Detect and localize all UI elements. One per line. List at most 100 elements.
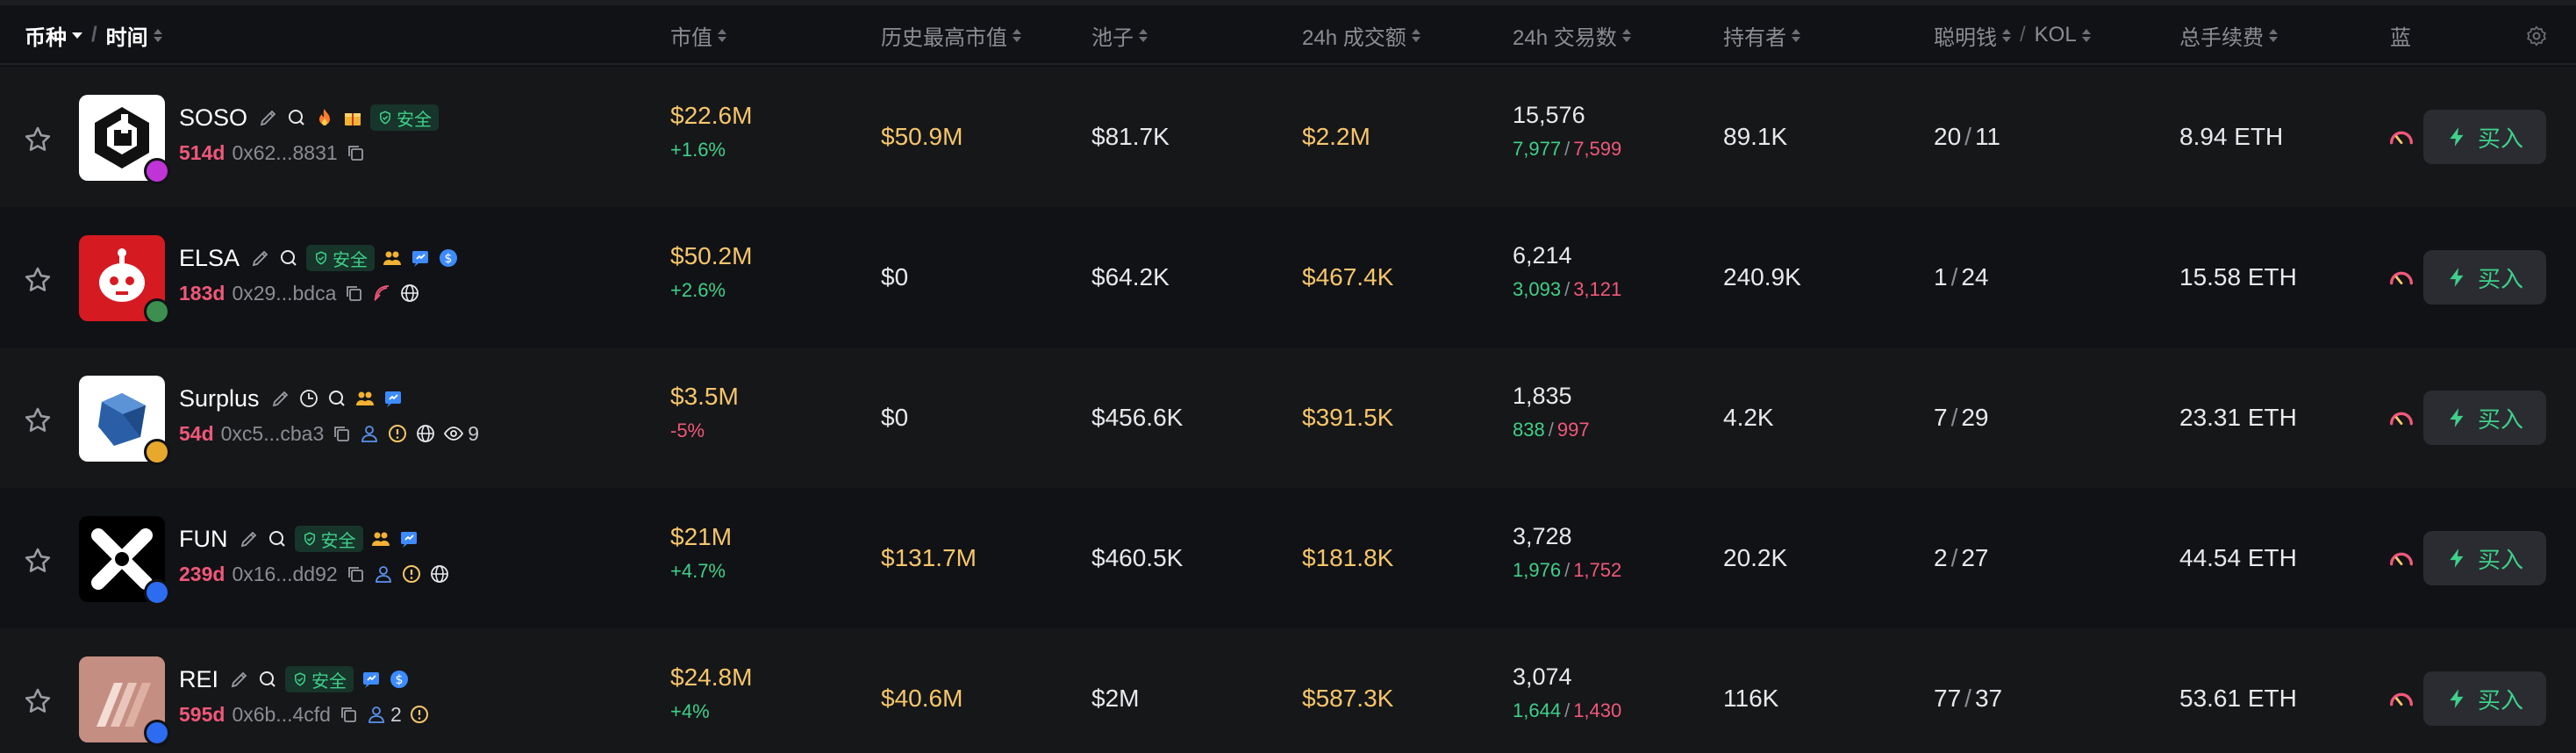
header-pool[interactable]: 池子 — [1091, 5, 1148, 65]
token-address[interactable]: 0x16...dd92 — [232, 563, 337, 586]
gift-icon — [345, 113, 361, 126]
copy-icon[interactable] — [331, 423, 352, 444]
token-address[interactable]: 0x6b...4cfd — [232, 703, 331, 727]
star-icon[interactable] — [23, 125, 53, 154]
buy-button[interactable]: 买入 — [2423, 110, 2546, 164]
copy-icon[interactable] — [345, 142, 366, 163]
kol-count: 29 — [1961, 404, 1989, 431]
token-symbol[interactable]: SOSO — [179, 104, 247, 132]
token-address[interactable]: 0xc5...cba3 — [221, 422, 325, 446]
edit-icon[interactable] — [270, 388, 291, 409]
header-volume[interactable]: 24h 成交额 — [1302, 5, 1420, 65]
token-symbol[interactable]: FUN — [179, 526, 228, 553]
search-icon[interactable] — [326, 388, 347, 409]
market-cap: $24.8M +4% — [670, 663, 752, 723]
header-bluechip[interactable]: 蓝 — [2390, 5, 2420, 65]
safe-label: 安全 — [320, 531, 356, 551]
caret-down-icon — [72, 32, 82, 39]
search-icon[interactable] — [286, 107, 307, 128]
header-time-label[interactable]: 时间 — [106, 20, 148, 51]
gauge-icon — [2389, 412, 2414, 426]
edit-icon[interactable] — [239, 528, 260, 549]
user-icon[interactable] — [373, 563, 394, 584]
smart-money-count: 7 — [1934, 404, 1948, 431]
feather-icon[interactable] — [371, 283, 392, 304]
search-icon[interactable] — [278, 247, 299, 269]
volume-value: $467.4K — [1302, 263, 1394, 290]
fees-value: 44.54 ETH — [2179, 544, 2297, 571]
buy-label: 买入 — [2477, 405, 2523, 433]
volume-value: $391.5K — [1302, 404, 1394, 431]
token-age: 595d — [179, 702, 225, 726]
holders-value: 89.1K — [1723, 123, 1788, 150]
token-address[interactable]: 0x62...8831 — [232, 141, 337, 165]
gear-icon[interactable] — [2525, 25, 2548, 47]
copy-icon[interactable] — [345, 563, 366, 584]
txs-total: 15,576 — [1513, 102, 1585, 128]
ath-value: $131.7M — [881, 544, 977, 571]
sort-icon — [1013, 28, 1021, 42]
sort-icon — [1411, 28, 1420, 42]
table-row[interactable]: FUN 安全 239d 0x16...dd92 $21M +4.7% $131.… — [0, 488, 2576, 628]
user-icon[interactable] — [366, 704, 387, 725]
header-token[interactable]: 币种 / 时间 — [25, 5, 162, 65]
market-cap-change: +2.6% — [670, 279, 726, 301]
holders-value: 20.2K — [1723, 544, 1788, 571]
star-icon[interactable] — [23, 546, 53, 576]
warning-icon[interactable] — [401, 563, 422, 584]
market-cap: $21M +4.7% — [670, 523, 732, 583]
header-fees[interactable]: 总手续费 — [2179, 5, 2278, 65]
copy-icon[interactable] — [343, 283, 364, 304]
header-market-cap[interactable]: 市值 — [670, 5, 726, 65]
gauge-icon — [2389, 271, 2414, 285]
txs-sells: 3,121 — [1573, 278, 1622, 300]
warning-icon[interactable] — [387, 423, 408, 444]
globe-icon[interactable] — [429, 563, 450, 584]
edit-icon[interactable] — [250, 247, 271, 269]
star-icon[interactable] — [23, 405, 53, 435]
header-smart-money[interactable]: 聪明钱 / KOL — [1934, 5, 2091, 65]
buy-label: 买入 — [2477, 546, 2523, 573]
buy-label: 买入 — [2477, 686, 2523, 714]
chain-badge — [144, 439, 170, 465]
table-row[interactable]: Surplus 54d 0xc5...cba3 9 $3.5M -5% $0 $… — [0, 348, 2576, 488]
header-txs-label: 24h 交易数 — [1513, 25, 1617, 50]
token-symbol[interactable]: REI — [179, 666, 218, 693]
star-icon[interactable] — [23, 686, 53, 716]
holders-value: 116K — [1723, 685, 1779, 712]
search-icon[interactable] — [267, 528, 288, 549]
edit-icon[interactable] — [229, 669, 250, 690]
token-symbol[interactable]: ELSA — [179, 245, 240, 272]
sort-icon — [2081, 28, 2091, 42]
table-row[interactable]: SOSO 安全 514d 0x62...8831 $22.6M +1.6% $5… — [0, 67, 2576, 207]
token-age: 514d — [179, 140, 225, 164]
buy-button[interactable]: 买入 — [2423, 531, 2546, 585]
globe-icon[interactable] — [415, 423, 436, 444]
search-icon[interactable] — [257, 669, 278, 690]
header-kol-label[interactable]: KOL — [2035, 23, 2077, 47]
globe-icon[interactable] — [399, 283, 420, 304]
buy-button[interactable]: 买入 — [2423, 391, 2546, 445]
token-symbol[interactable]: Surplus — [179, 385, 260, 412]
header-market-cap-label: 市值 — [670, 25, 712, 50]
sort-icon — [153, 28, 162, 42]
buy-button[interactable]: 买入 — [2423, 671, 2546, 726]
header-ath[interactable]: 历史最高市值 — [881, 5, 1021, 65]
user-icon[interactable] — [359, 423, 380, 444]
eye-icon — [444, 427, 464, 441]
edit-icon[interactable] — [258, 107, 279, 128]
copy-icon[interactable] — [338, 704, 359, 725]
insider-count: 2 — [390, 702, 402, 726]
holders-value: 240.9K — [1723, 263, 1801, 290]
txs-buys: 7,977 — [1513, 138, 1562, 160]
kol-count: 27 — [1961, 544, 1989, 571]
warning-icon[interactable] — [409, 704, 430, 725]
header-txs[interactable]: 24h 交易数 — [1513, 5, 1631, 65]
buy-button[interactable]: 买入 — [2423, 250, 2546, 305]
table-row[interactable]: REI 安全 $ 595d 0x6b...4cfd 2 $24.8M +4% $… — [0, 628, 2576, 753]
star-icon[interactable] — [23, 265, 53, 295]
token-address[interactable]: 0x29...bdca — [232, 282, 336, 305]
table-row[interactable]: ELSA 安全 $ 183d 0x29...bdca $50.2M +2.6% … — [0, 207, 2576, 348]
safe-label: 安全 — [333, 250, 369, 270]
header-holders[interactable]: 持有者 — [1723, 5, 1800, 65]
